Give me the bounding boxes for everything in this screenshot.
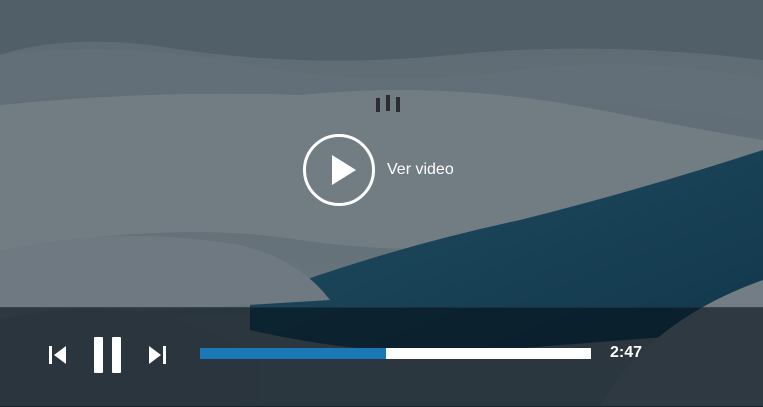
next-button[interactable] bbox=[146, 344, 168, 371]
progress-bar[interactable] bbox=[200, 348, 591, 359]
time-display: 2:47 bbox=[610, 344, 643, 361]
previous-button[interactable] bbox=[47, 344, 69, 371]
progress-bar-fill bbox=[200, 348, 386, 359]
skip-next-icon bbox=[149, 346, 166, 364]
play-video-label[interactable]: Ver video bbox=[387, 161, 454, 179]
play-icon bbox=[332, 155, 356, 185]
pause-button[interactable] bbox=[92, 336, 124, 379]
play-video-control[interactable]: Ver video bbox=[303, 131, 454, 209]
play-button[interactable] bbox=[303, 134, 375, 206]
pause-icon bbox=[94, 337, 121, 373]
skip-previous-icon bbox=[49, 346, 66, 364]
